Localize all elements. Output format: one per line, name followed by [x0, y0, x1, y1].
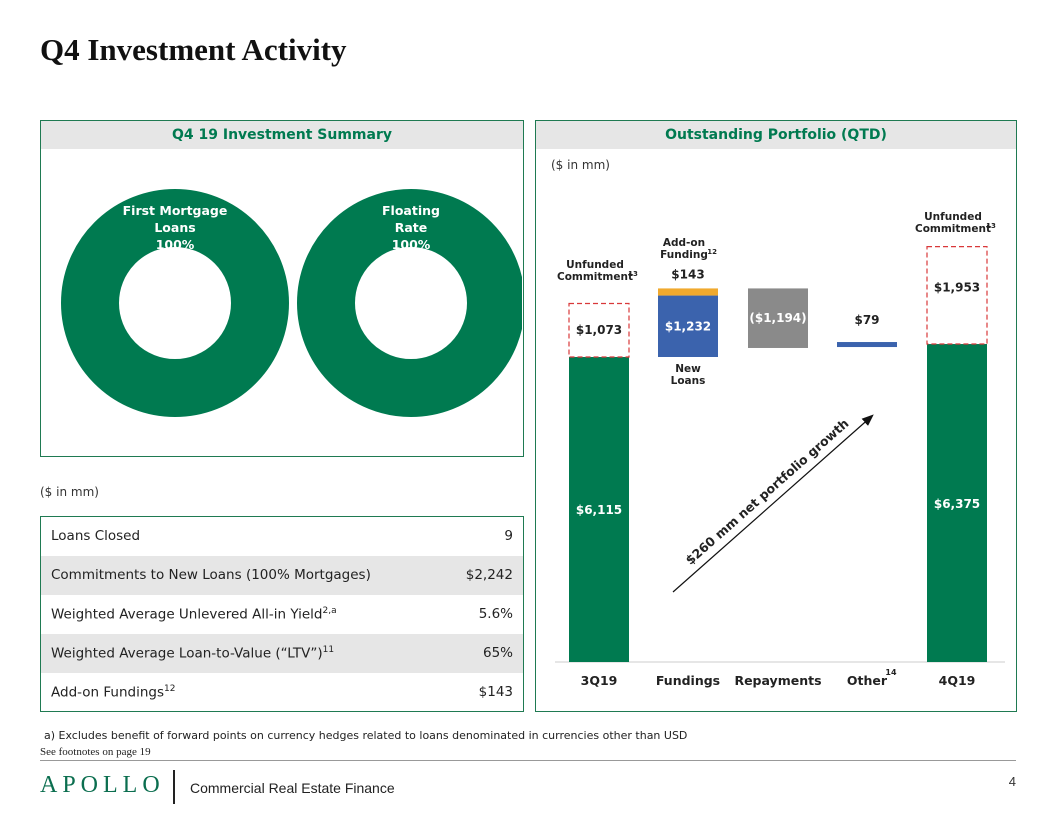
row-value: $143	[478, 683, 513, 700]
bar-value-label: $1,953	[934, 280, 980, 294]
table-row: Weighted Average Loan-to-Value (“LTV”)11…	[40, 633, 524, 673]
x-tick-label: Other	[847, 673, 888, 688]
new-loans-annotation: New	[675, 363, 701, 375]
unfunded-annotation: Commitment	[557, 271, 633, 283]
x-tick-label: 4Q19	[939, 673, 976, 688]
addon-annotation: Add-on	[663, 237, 705, 249]
unfunded-annotation-sup: 13	[986, 222, 996, 230]
table-row: Commitments to New Loans (100% Mortgages…	[40, 555, 524, 595]
x-tick-sup: 14	[885, 668, 897, 677]
x-tick-label: Repayments	[734, 673, 821, 688]
bar-value-label: $79	[854, 313, 879, 327]
bar-value-label: $1,232	[665, 319, 711, 333]
unfunded-annotation-sup: 13	[628, 270, 638, 278]
unfunded-annotation: Unfunded	[566, 259, 624, 271]
sub-brand: Commercial Real Estate Finance	[190, 780, 395, 796]
waterfall-chart: $6,115 $1,073 $1,232 $143 ($1,194) $79 $6,375 $…	[555, 211, 1005, 688]
row-label: Weighted Average Loan-to-Value (“LTV”)11	[40, 633, 444, 673]
unfunded-annotation: Unfunded	[924, 211, 982, 223]
bar-other	[837, 342, 897, 348]
row-value: 9	[504, 528, 513, 545]
chart-title: Outstanding Portfolio (QTD)	[536, 121, 1016, 149]
x-tick-label: Fundings	[656, 673, 720, 688]
table-row: Add-on Fundings12 $143	[41, 673, 524, 712]
row-value: 5.6%	[478, 606, 513, 622]
addon-annotation-sup: 12	[707, 248, 717, 256]
donut-label: Rate	[395, 220, 428, 235]
bar-value-label: $1,073	[576, 323, 622, 337]
footnote-a: a) Excludes benefit of forward points on…	[44, 729, 688, 742]
row-label: Add-on Fundings12	[51, 683, 176, 701]
table-row: Loans Closed 9	[41, 517, 524, 556]
addon-annotation: Funding	[660, 249, 708, 261]
row-label: Weighted Average Unlevered All-in Yield2…	[51, 605, 337, 623]
growth-arrow	[672, 414, 874, 593]
logo-divider	[173, 770, 175, 804]
bar-value-label: $143	[671, 267, 704, 281]
row-value: $2,242	[443, 555, 524, 595]
row-value: 65%	[443, 633, 524, 673]
donut-label: First Mortgage	[123, 203, 228, 218]
investment-summary-table: Loans Closed 9 Commitments to New Loans (1…	[40, 516, 524, 712]
row-label: Loans Closed	[51, 528, 141, 545]
bar-value-label: ($1,194)	[749, 311, 806, 325]
donut-label: 100%	[156, 237, 195, 252]
row-label: Commitments to New Loans (100% Mortgages…	[40, 555, 444, 595]
investment-summary-title: Q4 19 Investment Summary	[41, 121, 523, 149]
table-row: Weighted Average Unlevered All-in Yield2…	[41, 595, 524, 634]
investment-summary-panel: Q4 19 Investment Summary First Mortgage L…	[40, 120, 524, 457]
apollo-logo: APOLLO	[40, 772, 165, 798]
footer-divider	[40, 760, 1016, 761]
new-loans-annotation: Loans	[671, 375, 706, 387]
unfunded-annotation: Commitment	[915, 223, 991, 235]
donut-charts: First Mortgage Loans 100% Floating Rate 100%	[61, 189, 522, 417]
donut-label: Loans	[154, 220, 195, 235]
bar-value-label: $6,115	[576, 503, 622, 517]
donut-label: 100%	[392, 237, 431, 252]
bar-fundings-increase	[658, 288, 718, 296]
donut-label: Floating	[382, 203, 440, 218]
see-footnotes: See footnotes on page 19	[40, 746, 151, 758]
table-unit-label: ($ in mm)	[40, 485, 99, 499]
growth-annotation: $260 mm net portfolio growth	[682, 416, 851, 568]
page-title: Q4 Investment Activity	[40, 32, 347, 67]
bar-value-label: $6,375	[934, 497, 980, 511]
page-number: 4	[1008, 774, 1016, 789]
x-tick-label: 3Q19	[581, 673, 618, 688]
unfunded-commitment-bar	[926, 246, 988, 345]
